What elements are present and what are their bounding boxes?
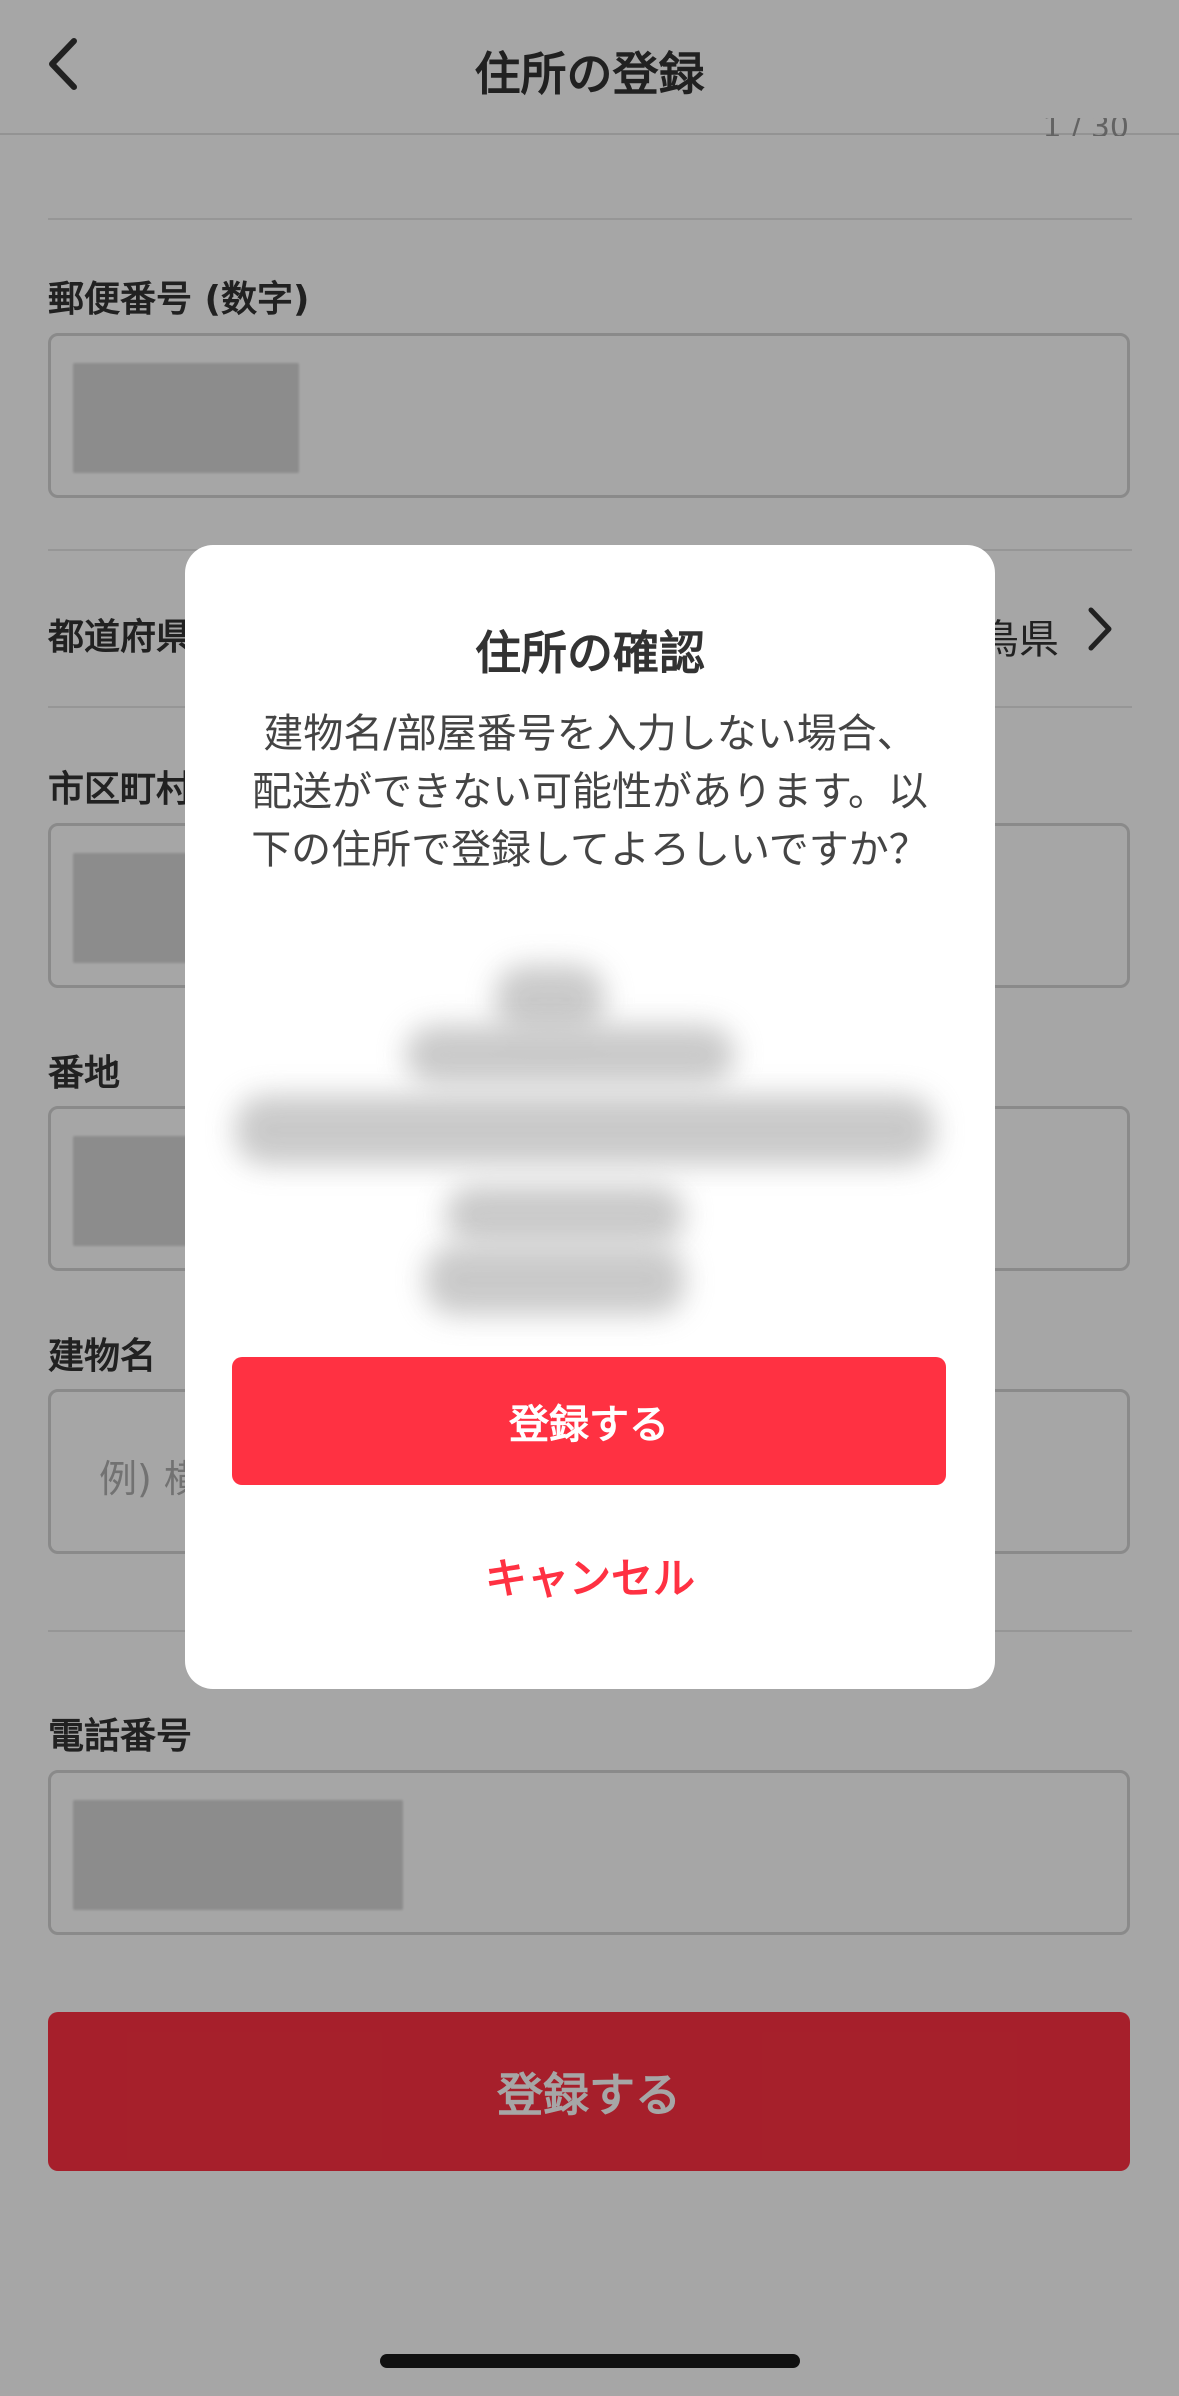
- confirm-address-dialog: 住所の確認 建物名/部屋番号を入力しない場合、配送ができない可能性があります。以…: [185, 545, 995, 1689]
- confirm-register-button[interactable]: 登録する: [232, 1357, 946, 1485]
- dialog-message: 建物名/部屋番号を入力しない場合、配送ができない可能性があります。以下の住所で登…: [251, 711, 929, 873]
- blurred-text: [405, 1025, 735, 1085]
- blurred-address-preview: [225, 965, 955, 1385]
- blurred-text: [445, 1185, 685, 1245]
- cancel-button[interactable]: キャンセル: [185, 1545, 995, 1606]
- dialog-title: 住所の確認: [475, 626, 705, 680]
- blurred-text: [235, 1095, 935, 1165]
- home-indicator: [380, 2354, 800, 2368]
- blurred-text: [425, 1245, 685, 1315]
